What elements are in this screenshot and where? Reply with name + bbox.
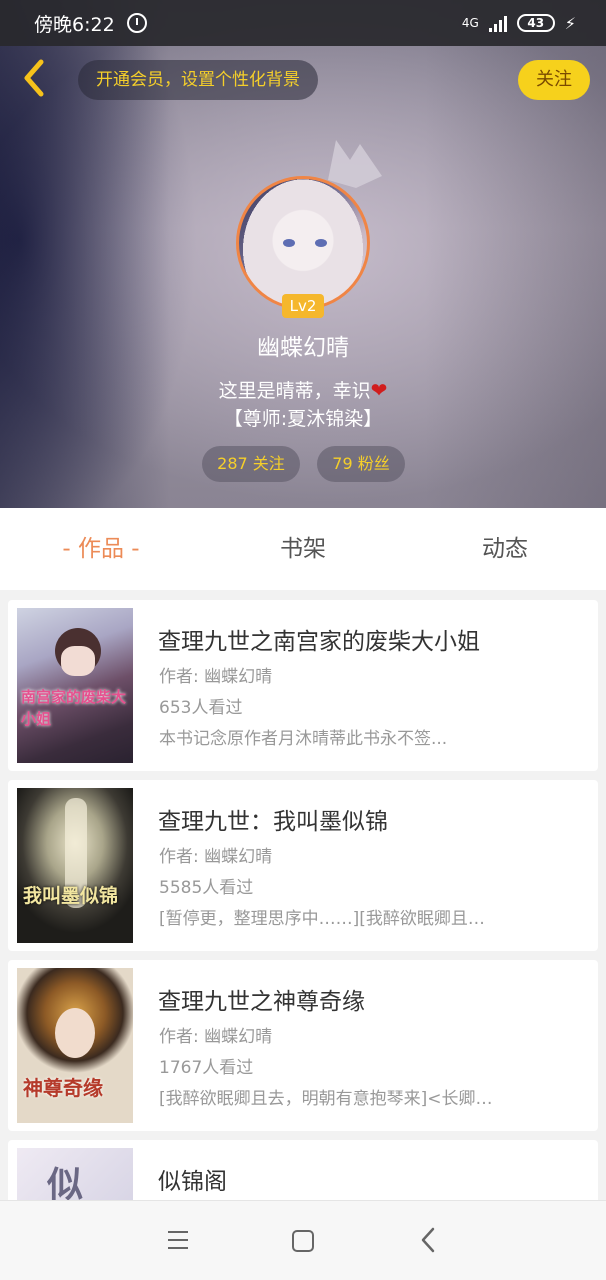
bio-line-1: 这里是晴蒂，幸识 bbox=[218, 380, 371, 402]
status-bar: 傍晚6:22 4G 43 ⚡ bbox=[0, 0, 606, 46]
book-author: 作者: 幽蝶幻晴 bbox=[159, 847, 273, 867]
book-cover: 我叫墨似锦 bbox=[17, 788, 133, 943]
username: 幽蝶幻晴 bbox=[257, 335, 349, 361]
book-views: 653人看过 bbox=[159, 698, 243, 718]
home-icon[interactable] bbox=[292, 1230, 314, 1252]
book-title: 查理九世之神尊奇缘 bbox=[158, 989, 365, 1015]
book-cover-text: 南宫家的废柴大小姐 bbox=[21, 688, 127, 728]
network-label: 4G bbox=[461, 16, 479, 30]
crown-icon bbox=[328, 140, 382, 188]
book-views: 5585人看过 bbox=[159, 878, 254, 898]
tab-activity[interactable]: 动态 bbox=[404, 508, 606, 590]
bio: 这里是晴蒂，幸识❤ 【尊师:夏沐锦染】 bbox=[0, 376, 606, 433]
book-title: 查理九世之南宫家的废柴大小姐 bbox=[158, 629, 480, 655]
back-button[interactable] bbox=[14, 58, 54, 102]
back-icon bbox=[24, 59, 44, 97]
book-title: 似锦阁 bbox=[158, 1169, 227, 1195]
book-description: [暂停更，整理思序中……][我醉欲眠卿且… bbox=[159, 909, 485, 929]
book-item[interactable]: 我叫墨似锦 查理九世：我叫墨似锦 作者: 幽蝶幻晴 5585人看过 [暂停更，整… bbox=[8, 780, 598, 951]
book-cover: 似 bbox=[17, 1148, 133, 1200]
book-views: 1767人看过 bbox=[159, 1058, 254, 1078]
system-nav-bar bbox=[0, 1200, 606, 1280]
book-description: 本书记念原作者月沐晴蒂此书永不签... bbox=[159, 729, 448, 749]
followers-count[interactable]: 79 粉丝 bbox=[317, 446, 405, 482]
book-title: 查理九世：我叫墨似锦 bbox=[158, 809, 388, 835]
charging-icon: ⚡ bbox=[564, 13, 576, 33]
book-item[interactable]: 南宫家的废柴大小姐 查理九世之南宫家的废柴大小姐 作者: 幽蝶幻晴 653人看过… bbox=[8, 600, 598, 771]
book-author: 作者: 幽蝶幻晴 bbox=[159, 667, 273, 687]
book-cover-text: 我叫墨似锦 bbox=[23, 885, 119, 907]
nav-back-icon[interactable] bbox=[420, 1227, 436, 1258]
avatar[interactable] bbox=[236, 176, 370, 310]
book-cover: 南宫家的废柴大小姐 bbox=[17, 608, 133, 763]
following-count[interactable]: 287 关注 bbox=[202, 446, 300, 482]
profile-tabs: - 作品 - 书架 动态 bbox=[0, 508, 606, 590]
battery-icon: 43 bbox=[516, 14, 555, 32]
level-badge: Lv2 bbox=[282, 294, 324, 318]
heart-icon: ❤ bbox=[370, 378, 388, 402]
status-time: 傍晚6:22 bbox=[34, 13, 115, 36]
bio-line-2: 【尊师:夏沐锦染】 bbox=[223, 408, 383, 430]
menu-icon[interactable] bbox=[168, 1231, 188, 1249]
signal-icon bbox=[488, 14, 507, 32]
book-cover: 神尊奇缘 bbox=[17, 968, 133, 1123]
vip-banner[interactable]: 开通会员，设置个性化背景 bbox=[78, 60, 318, 100]
book-item[interactable]: 神尊奇缘 查理九世之神尊奇缘 作者: 幽蝶幻晴 1767人看过 [我醉欲眠卿且去… bbox=[8, 960, 598, 1131]
book-cover-text: 似 bbox=[47, 1164, 84, 1200]
book-description: [我醉欲眠卿且去，明朝有意抱琴来]<长卿… bbox=[159, 1089, 493, 1109]
profile-header: 傍晚6:22 4G 43 ⚡ 开通会员，设置个性化背景 关注 Lv2 幽蝶幻晴 … bbox=[0, 0, 606, 508]
alarm-icon bbox=[126, 13, 147, 33]
book-author: 作者: 幽蝶幻晴 bbox=[159, 1027, 273, 1047]
tab-works[interactable]: - 作品 - bbox=[0, 508, 202, 590]
tab-bookshelf[interactable]: 书架 bbox=[202, 508, 404, 590]
follow-button[interactable]: 关注 bbox=[518, 60, 590, 100]
book-item[interactable]: 似 似锦阁 bbox=[8, 1140, 598, 1200]
book-cover-text: 神尊奇缘 bbox=[23, 1076, 103, 1100]
